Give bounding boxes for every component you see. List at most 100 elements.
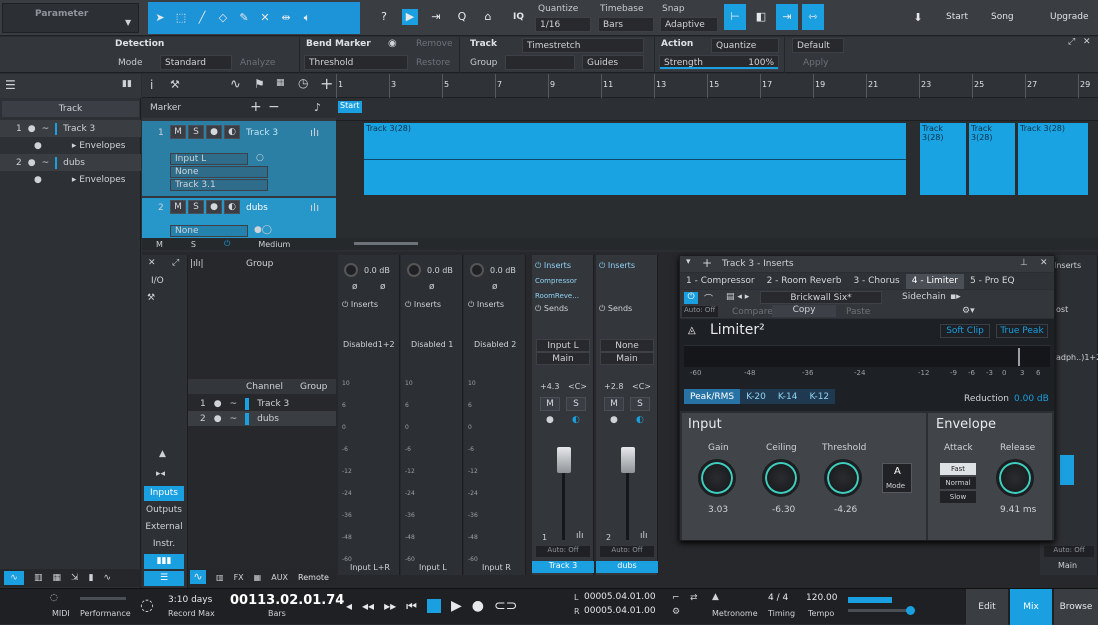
record-icon[interactable]: ● <box>546 415 554 425</box>
wrench-icon[interactable]: ⚒ <box>147 293 155 303</box>
list-item[interactable]: 1 ● ~ Track 3 <box>188 396 336 411</box>
global-mute[interactable]: M <box>156 240 163 249</box>
help-icon[interactable]: ? <box>376 9 392 25</box>
snap-cursor-icon[interactable]: ⇥ <box>776 4 798 30</box>
mode-button[interactable]: A Mode <box>882 463 912 493</box>
threshold-knob[interactable] <box>824 459 862 497</box>
sidechain-button[interactable]: Sidechain <box>902 292 946 302</box>
follow-icon[interactable]: ⇥ <box>428 9 444 25</box>
forward-icon[interactable]: ▸▸ <box>384 599 396 613</box>
midi-icon[interactable]: ◌ <box>50 593 58 603</box>
preset-icon[interactable]: ▤ ◂ ▸ <box>726 292 749 302</box>
expand-icon[interactable]: ⤢ <box>1068 37 1075 47</box>
snap-loop-icon[interactable]: ⇿ <box>802 4 824 30</box>
automation-icon[interactable]: ∿ <box>190 570 206 584</box>
iq-button[interactable]: IQ <box>513 12 524 22</box>
automation-select[interactable]: Auto: Off <box>682 306 718 317</box>
monitor-icon[interactable]: ◐ <box>572 415 580 425</box>
gear-icon[interactable]: ⚙▾ <box>962 306 975 316</box>
bars-icon[interactable]: ▮▮▮ <box>144 554 184 569</box>
close-icon[interactable]: ✕ <box>1040 258 1048 268</box>
audio-clip[interactable]: Track 3(28) <box>969 123 1015 195</box>
automation-select[interactable]: Auto: Off <box>536 546 590 557</box>
insert-slot[interactable]: RoomReve... <box>535 292 579 300</box>
input-select[interactable]: Input L <box>536 339 590 352</box>
split-tool-icon[interactable]: ╱ <box>194 10 210 26</box>
analyze-button[interactable]: Analyze <box>240 58 275 68</box>
attack-fast-button[interactable]: Fast <box>940 463 976 475</box>
inserts-label[interactable]: ⏻ Inserts <box>535 261 571 271</box>
power-icon[interactable]: ⏻ <box>224 239 230 249</box>
strip-name[interactable]: Track 3 <box>532 561 594 573</box>
record-icon[interactable]: ● <box>610 415 618 425</box>
tab-compressor[interactable]: 1 - Compressor <box>680 274 761 289</box>
eye-icon[interactable]: ◉ <box>388 38 397 49</box>
inserts-label[interactable]: ⏻ Inserts <box>599 261 635 271</box>
track-name[interactable]: Track 3 <box>246 128 278 138</box>
pan-value[interactable]: <C> <box>632 382 651 391</box>
expand-icon[interactable]: ⤢ <box>172 258 179 268</box>
instr-button[interactable]: Instr. <box>144 537 184 552</box>
record-button[interactable]: ● <box>206 200 222 214</box>
time-display[interactable]: 00113.02.01.74 <box>230 593 344 608</box>
download-icon[interactable]: ⬇ <box>910 10 926 26</box>
inputs-button[interactable]: Inputs <box>144 486 184 501</box>
true-peak-button[interactable]: True Peak <box>996 324 1048 338</box>
phase-icon[interactable]: ø <box>429 282 435 292</box>
pan-value[interactable]: <C> <box>568 382 587 391</box>
remove-button[interactable]: Remove <box>416 39 453 49</box>
menu-icon[interactable]: ☰ <box>5 78 16 92</box>
mode-select[interactable]: Standard <box>160 55 232 70</box>
timestretch-select[interactable]: Timestretch <box>522 38 644 53</box>
track-height-select[interactable]: Medium <box>258 240 290 249</box>
insert-slot[interactable]: Compressor <box>535 277 577 285</box>
snap-grid-icon[interactable]: ⊢ <box>724 4 746 30</box>
info-icon[interactable]: i <box>150 78 153 92</box>
return-zero-icon[interactable]: ⏮ <box>406 599 417 614</box>
start-button[interactable]: Start <box>946 12 968 22</box>
add-track-icon[interactable]: + <box>320 74 333 93</box>
layer-select[interactable]: Track 3.1 <box>170 179 268 191</box>
audio-clip[interactable]: Track 3(28) <box>1018 123 1088 195</box>
inserts-label[interactable]: ⏻ Inserts <box>405 300 441 310</box>
mute-button[interactable]: M <box>540 397 560 411</box>
output-select[interactable]: Main <box>536 352 590 365</box>
gear-icon[interactable]: ⚙ <box>672 607 680 617</box>
audio-clip[interactable]: Track 3(28) <box>920 123 966 195</box>
range-tool-icon[interactable]: ⬚ <box>173 10 189 26</box>
list-item[interactable]: 2 ● ~ dubs <box>0 154 141 171</box>
input-select[interactable]: None <box>600 339 654 352</box>
solo-button[interactable]: S <box>188 200 204 214</box>
bars-icon[interactable]: ▮▮ <box>122 79 132 89</box>
remove-marker-icon[interactable]: − <box>268 99 280 115</box>
mixer-icon[interactable]: |ılı| <box>190 259 204 269</box>
phase-icon[interactable]: ø <box>352 282 358 292</box>
group-select[interactable] <box>505 55 575 70</box>
edit-view-button[interactable]: Edit <box>966 589 1008 625</box>
record-button[interactable]: ● <box>206 125 222 139</box>
strength-slider[interactable]: Strength 100% <box>659 55 779 70</box>
add-marker-icon[interactable]: + <box>250 99 262 115</box>
grid-icon[interactable]: ▦ <box>276 78 285 88</box>
toggle-icon[interactable]: ●◯ <box>254 225 272 235</box>
aux-tab[interactable]: AUX <box>271 573 288 582</box>
phase-icon[interactable]: ø <box>380 282 386 292</box>
precount-icon[interactable]: ⌐ <box>672 593 680 603</box>
output-select[interactable]: None <box>170 166 268 178</box>
grid-icon[interactable]: ▦ <box>254 573 262 582</box>
autoscroll-icon[interactable]: ▶ <box>402 9 418 25</box>
horizontal-scrollbar[interactable] <box>336 238 1098 250</box>
clock-icon[interactable]: ◷ <box>298 76 308 90</box>
track-header-2[interactable]: 2 M S ● ◐ dubs ılı None ●◯ <box>142 198 336 238</box>
input-gain-knob[interactable] <box>407 263 421 277</box>
list-item[interactable]: ● ▸ Envelopes <box>0 137 141 154</box>
master-volume-slider[interactable] <box>848 606 915 615</box>
list-item[interactable]: ● ▸ Envelopes <box>0 171 141 188</box>
inserts-label[interactable]: ⏻ Inserts <box>468 300 504 310</box>
expand-width-icon[interactable]: ▸◂ <box>156 469 165 479</box>
sends-label[interactable]: ⏻ Sends <box>599 304 632 314</box>
bend-tool-icon[interactable]: ⇹ <box>278 10 294 26</box>
timebase-select[interactable]: Bars <box>598 17 654 32</box>
audio-clip[interactable]: Track 3(28) <box>364 123 906 195</box>
tab-k14[interactable]: K-14 <box>772 389 804 404</box>
